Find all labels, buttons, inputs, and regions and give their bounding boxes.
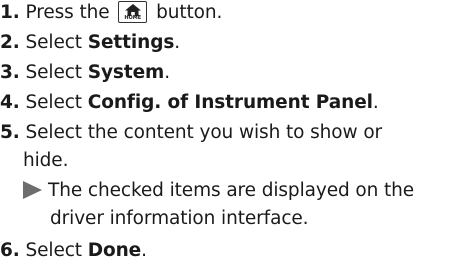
step-bold-term: Config. of Instrument Panel [87, 92, 373, 113]
step-text-end: . [164, 62, 170, 83]
step-text: Press the [25, 2, 110, 23]
step-1: 1. Press the HOME button. [0, 1, 222, 25]
step-text-end: button. [150, 2, 223, 23]
step-text-end: . [141, 240, 147, 261]
note-line-2: driver information interface. [0, 207, 309, 231]
step-text: Select [25, 92, 88, 113]
home-button-label: HOME [124, 15, 142, 21]
step-bold-term: System [87, 62, 165, 83]
step-5-line-2: hide. [0, 149, 68, 173]
step-number: 3. [0, 62, 20, 83]
step-text-continued: hide. [23, 150, 69, 171]
step-bold-term: Done [87, 240, 142, 261]
step-number: 6. [0, 240, 20, 261]
step-bold-term: Settings [87, 32, 175, 53]
step-text-end: . [174, 32, 181, 53]
note-text-continued: driver information interface. [50, 208, 309, 229]
step-number: 1. [0, 2, 20, 23]
step-number: 2. [0, 32, 20, 53]
step-5-line-1: 5. Select the content you wish to show o… [0, 121, 382, 145]
step-text: Select the content you wish to show or [25, 122, 383, 143]
note-line-1: The checked items are displayed on the [0, 179, 414, 203]
step-text: Select [25, 32, 88, 53]
step-4: 4. Select Config. of Instrument Panel. [0, 91, 379, 115]
step-3: 3. Select System. [0, 61, 170, 85]
step-number: 5. [0, 122, 20, 143]
step-number: 4. [0, 92, 20, 113]
step-2: 2. Select Settings. [0, 31, 180, 55]
arrow-right-icon [23, 181, 42, 199]
step-text-end: . [372, 92, 379, 113]
note-text: The checked items are displayed on the [48, 180, 415, 201]
step-text: Select [25, 240, 88, 261]
step-text: Select [25, 62, 88, 83]
step-6: 6. Select Done. [0, 239, 147, 263]
home-button-icon: HOME [118, 1, 148, 23]
